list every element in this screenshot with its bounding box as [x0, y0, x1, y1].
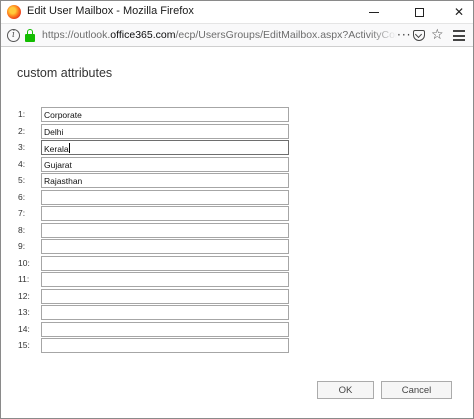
attribute-row: 2: Delhi — [1, 123, 301, 140]
attribute-input[interactable]: Kerala — [41, 140, 289, 155]
url-prefix: https://outlook. — [42, 29, 111, 41]
minimize-icon — [369, 11, 379, 13]
attribute-row: 5: Rajasthan — [1, 173, 301, 189]
attribute-input[interactable] — [41, 222, 289, 238]
attribute-row: 8: — [1, 222, 301, 239]
url-host: office365.com — [110, 29, 176, 41]
attribute-input[interactable] — [41, 321, 289, 337]
attribute-row: 6: — [1, 189, 301, 206]
attribute-label: 9: — [18, 241, 26, 251]
attribute-row: 3: Kerala — [1, 140, 301, 156]
attribute-input[interactable]: Rajasthan — [41, 173, 289, 188]
hamburger-menu-icon[interactable] — [453, 30, 465, 41]
attribute-label: 4: — [18, 158, 26, 169]
star-icon[interactable]: ☆ — [431, 27, 444, 43]
close-icon: ✕ — [453, 5, 465, 19]
lock-icon[interactable] — [25, 29, 35, 42]
url-path: /ecp/UsersGroups/EditMailbox.aspx?Activi… — [175, 29, 397, 41]
attribute-input[interactable] — [41, 305, 289, 320]
attribute-label: 6: — [18, 191, 26, 202]
attribute-row: 12: — [1, 288, 301, 305]
attribute-input[interactable]: Corporate — [41, 107, 289, 122]
attribute-label: 7: — [18, 208, 26, 218]
attribute-row: 9: — [1, 239, 301, 255]
maximize-button[interactable] — [399, 1, 439, 23]
attribute-value: Gujarat — [44, 159, 72, 170]
attribute-row: 7: — [1, 206, 301, 222]
attribute-row: 14: — [1, 321, 301, 338]
attribute-row: 10: — [1, 255, 301, 272]
attribute-input[interactable] — [41, 288, 289, 304]
attribute-input[interactable] — [41, 239, 289, 254]
url-bar[interactable]: i https://outlook.office365.com/ecp/User… — [1, 23, 473, 47]
page-title: custom attributes — [17, 66, 113, 80]
attribute-value: Delhi — [44, 126, 64, 137]
attribute-label: 10: — [18, 257, 30, 268]
info-icon[interactable]: i — [7, 29, 20, 42]
attribute-value: Rajasthan — [44, 176, 83, 186]
attribute-row: 4: Gujarat — [1, 156, 301, 173]
maximize-icon — [414, 7, 424, 17]
text-caret — [68, 143, 70, 153]
attribute-value: Kerala — [44, 144, 69, 154]
attribute-input[interactable] — [41, 272, 289, 287]
attribute-row: 13: — [1, 305, 301, 321]
more-dots-icon[interactable]: ··· — [397, 28, 411, 42]
attribute-input[interactable] — [41, 338, 289, 353]
window-title: Edit User Mailbox - Mozilla Firefox — [27, 5, 194, 17]
attribute-label: 12: — [18, 290, 30, 301]
attribute-input[interactable]: Gujarat — [41, 156, 289, 172]
attribute-value: Corporate — [44, 110, 82, 120]
firefox-icon — [7, 5, 21, 19]
attribute-input[interactable] — [41, 206, 289, 221]
attribute-label: 3: — [18, 142, 26, 152]
close-button[interactable]: ✕ — [439, 1, 474, 23]
attribute-label: 5: — [18, 175, 26, 185]
attribute-label: 2: — [18, 125, 26, 136]
ok-button[interactable]: OK — [317, 381, 374, 399]
attribute-label: 1: — [18, 109, 26, 119]
attribute-row: 15: — [1, 338, 301, 354]
attribute-label: 14: — [18, 323, 30, 334]
attribute-row: 11: — [1, 272, 301, 288]
attribute-label: 13: — [18, 307, 30, 317]
attribute-input[interactable] — [41, 189, 289, 205]
browser-window: Edit User Mailbox - Mozilla Firefox ✕ i … — [0, 0, 474, 419]
attribute-input[interactable] — [41, 255, 289, 271]
url-fade — [371, 27, 397, 45]
attribute-label: 15: — [18, 340, 30, 350]
pocket-icon[interactable] — [413, 30, 425, 41]
cancel-button[interactable]: Cancel — [381, 381, 452, 399]
attribute-input[interactable]: Delhi — [41, 123, 289, 139]
minimize-button[interactable] — [354, 1, 394, 23]
attribute-label: 8: — [18, 224, 26, 235]
title-bar: Edit User Mailbox - Mozilla Firefox ✕ — [1, 1, 473, 23]
url-text[interactable]: https://outlook.office365.com/ecp/UsersG… — [42, 29, 397, 43]
attribute-label: 11: — [18, 274, 30, 284]
attribute-row: 1: Corporate — [1, 107, 301, 123]
